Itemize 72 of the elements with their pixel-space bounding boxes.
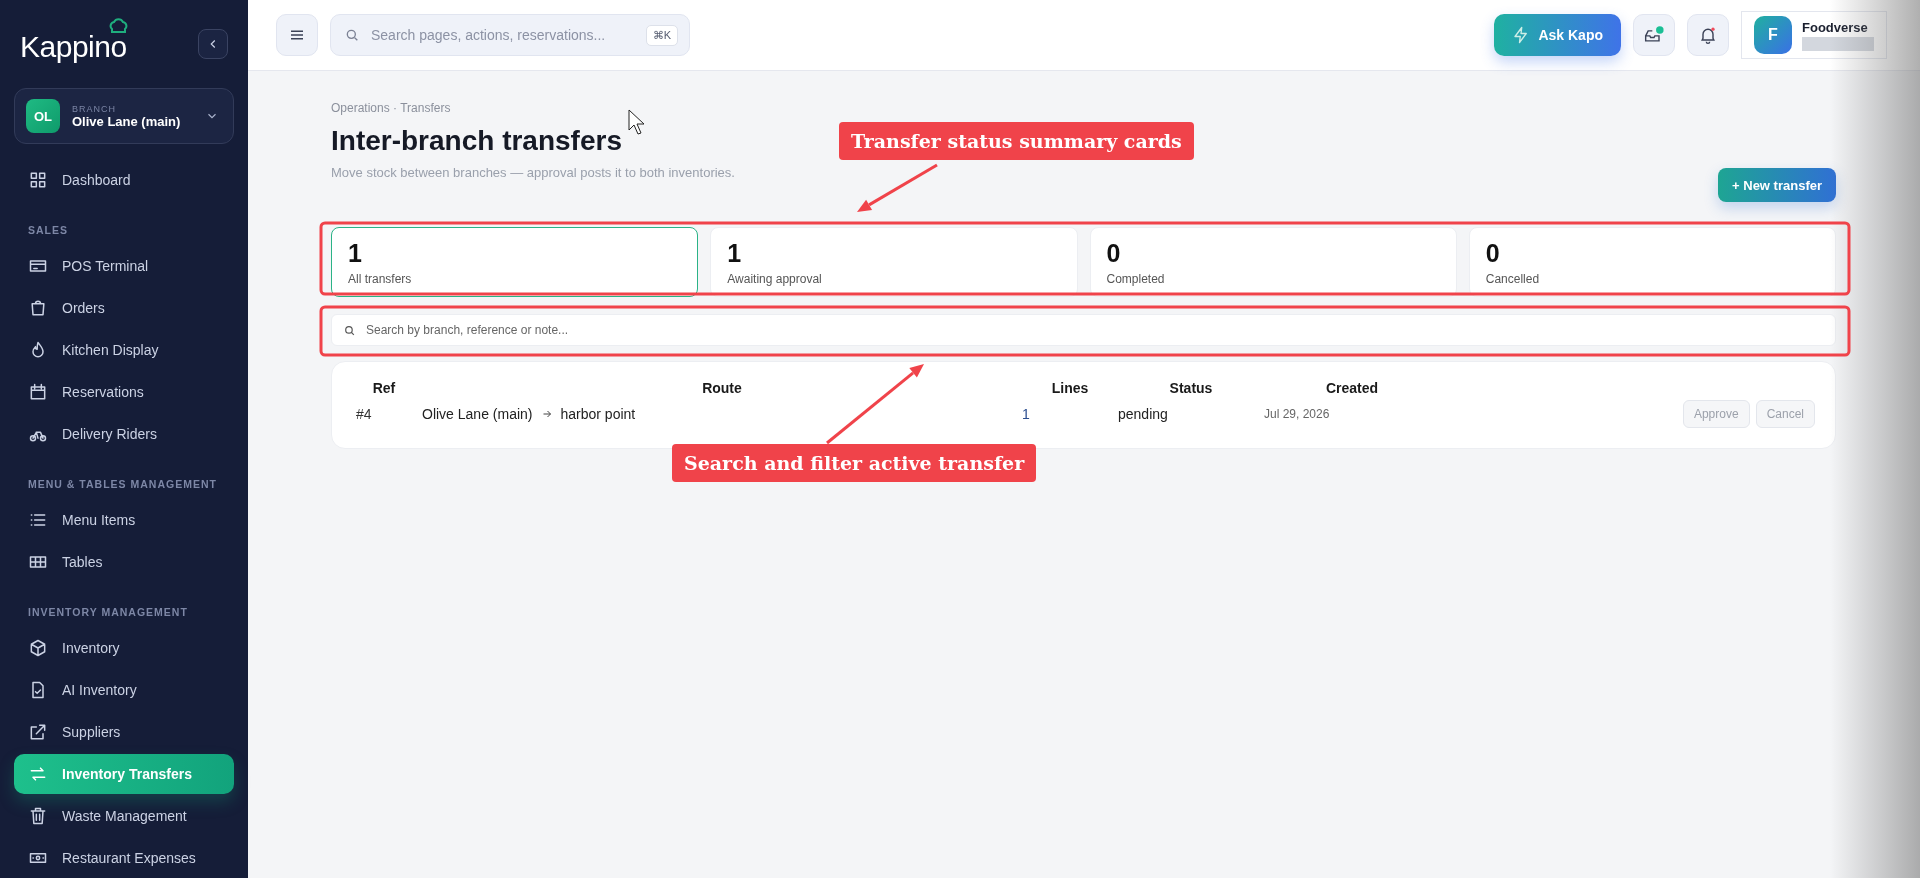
calendar-icon: [28, 382, 48, 402]
branch-selector[interactable]: OL BRANCH Olive Lane (main): [14, 88, 234, 144]
nav-item[interactable]: AI Inventory: [14, 670, 234, 710]
user-name: Foodverse: [1802, 19, 1869, 35]
card-label: Completed: [1106, 271, 1165, 286]
search-icon: [343, 324, 356, 337]
nav-item[interactable]: Orders: [14, 288, 234, 328]
card-label: Cancelled: [1485, 271, 1540, 286]
card-count: 0: [1485, 240, 1500, 268]
external-link-icon: [28, 722, 48, 742]
section-heading: MENU & TABLES MANAGEMENT: [27, 477, 218, 492]
grid-icon: [28, 170, 48, 190]
column-header: Created: [1324, 380, 1380, 396]
nav-item[interactable]: Inventory: [14, 628, 234, 668]
box-icon: [28, 638, 48, 658]
menu-button[interactable]: [276, 14, 318, 56]
breadcrumb: Operations · Transfers: [331, 101, 452, 115]
column-header: Status: [1168, 380, 1214, 396]
route-destination: harbor point: [560, 406, 636, 422]
nav-item[interactable]: Restaurant Expenses: [14, 838, 234, 878]
column-header: Route: [701, 380, 743, 396]
card-label: Awaiting approval: [727, 271, 822, 286]
page-title: Inter-branch transfers: [331, 125, 623, 157]
column-header: Ref: [371, 380, 397, 396]
nav-item[interactable]: Suppliers: [14, 712, 234, 752]
nav-item[interactable]: Reservations: [14, 372, 234, 412]
filter-search-field[interactable]: Search by branch, reference or note...: [331, 314, 1836, 346]
nav-item[interactable]: Delivery Riders: [14, 414, 234, 454]
search-icon: [344, 27, 360, 43]
trash-icon: [28, 806, 48, 826]
nav-item[interactable]: Dashboard: [14, 160, 234, 200]
nav-item[interactable]: Tables: [14, 542, 234, 582]
branch-avatar: OL: [26, 99, 60, 133]
table-cell-text: #4: [355, 406, 373, 422]
nav-item[interactable]: Menu Items: [14, 500, 234, 540]
callout-label: Search and filter active transfer: [672, 444, 1037, 482]
inbox-button[interactable]: [1633, 14, 1675, 56]
card-count: 1: [348, 240, 362, 268]
column-header: Lines: [1050, 380, 1090, 396]
ask-button[interactable]: Ask Kapo: [1494, 14, 1621, 56]
user-avatar: F: [1754, 16, 1792, 54]
logo: Kappino: [20, 24, 127, 64]
status-card[interactable]: 1 Awaiting approval: [710, 227, 1078, 297]
status-card[interactable]: 0 Cancelled: [1468, 227, 1836, 297]
status-card[interactable]: 1 All transfers: [331, 227, 699, 297]
swap-arrows-icon: [28, 764, 48, 784]
redacted-text: [1802, 36, 1874, 51]
shortcut-hint: ⌘K: [645, 25, 678, 46]
card-count: 0: [1106, 240, 1121, 268]
card-label: All transfers: [348, 271, 412, 286]
bell-icon: [1698, 25, 1718, 45]
inbox-icon: [1643, 25, 1665, 45]
branch-label: BRANCH: [72, 103, 117, 114]
table-cell-text: Jul 29, 2026: [1264, 407, 1331, 421]
section-heading: SALES: [27, 223, 69, 238]
cursor-icon: [628, 109, 645, 135]
section-heading: INVENTORY MANAGEMENT: [27, 605, 189, 620]
card-count: 1: [727, 240, 742, 268]
nav-item[interactable]: Waste Management: [14, 796, 234, 836]
page-subtitle: Move stock between branches — approval posts it to both inventories.: [331, 165, 735, 180]
status-card[interactable]: 0 Completed: [1089, 227, 1457, 297]
status-text: pending: [1118, 406, 1169, 422]
bag-icon: [28, 298, 48, 318]
branch-name: Olive Lane (main): [72, 113, 182, 129]
callout-label: Transfer status summary cards: [839, 122, 1194, 160]
nav-item[interactable]: Kitchen Display: [14, 330, 234, 370]
table-cell-text: 1: [1022, 406, 1031, 422]
new-transfer-button[interactable]: + New transfer: [1718, 168, 1836, 202]
route-origin: Olive Lane (main): [422, 406, 533, 422]
nav-item[interactable]: POS Terminal: [14, 246, 234, 286]
notifications-button[interactable]: [1687, 14, 1729, 56]
user-menu[interactable]: F Foodverse: [1741, 11, 1887, 59]
